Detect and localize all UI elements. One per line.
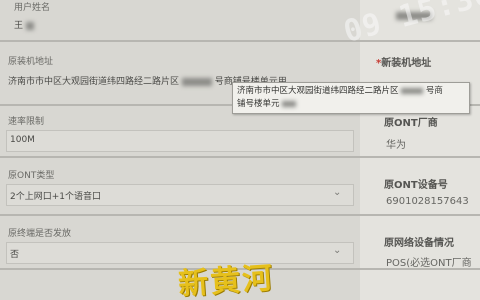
rate-limit-value: 100M <box>10 135 35 145</box>
ont-serial-value: 6901028157643 <box>386 196 469 207</box>
watermark-logo: 新黄河 <box>177 260 276 300</box>
rate-limit-label: 速率限制 <box>8 117 45 127</box>
new-address-label: *新装机地址 <box>376 54 431 69</box>
address-tooltip: 济南市市中区大观园街道纬四路经二路片区 号商 铺号楼单元 <box>232 82 470 114</box>
ont-serial-label: 原ONT设备号 <box>384 180 448 191</box>
network-device-label: 原网络设备情况 <box>384 238 454 249</box>
tooltip-text: 号商 <box>425 86 443 96</box>
row-divider <box>0 40 480 42</box>
row-divider <box>0 156 480 158</box>
network-device-value: POS(必选ONT厂商 <box>386 258 472 269</box>
username-text: 王 <box>14 21 24 31</box>
ont-vendor-value: 华为 <box>386 140 406 151</box>
ont-type-select[interactable]: 2个上网口+1个语音口 ⌄ <box>6 184 354 206</box>
row-divider <box>0 214 480 216</box>
username-value: 王 <box>14 18 34 31</box>
chevron-down-icon: ⌄ <box>333 187 342 198</box>
address-text-start: 济南市市中区大观园街道纬四路经二路片区 <box>8 77 180 87</box>
ont-type-label: 原ONT类型 <box>8 171 55 181</box>
tooltip-text: 铺号楼单元 <box>237 99 280 109</box>
ont-vendor-label: 原ONT厂商 <box>384 118 438 129</box>
tooltip-line-1: 济南市市中区大观园街道纬四路经二路片区 号商 <box>237 85 465 98</box>
redaction-blur <box>401 87 424 94</box>
tooltip-line-2: 铺号楼单元 <box>237 98 465 111</box>
terminal-issued-value: 否 <box>10 250 20 260</box>
username-label: 用户姓名 <box>14 3 51 13</box>
terminal-issued-label: 原终端是否发放 <box>8 229 72 239</box>
tooltip-text: 济南市市中区大观园街道纬四路经二路片区 <box>237 86 399 96</box>
redaction-blur <box>181 77 212 86</box>
ont-type-value: 2个上网口+1个语音口 <box>10 192 101 202</box>
original-address-label: 原装机地址 <box>8 57 54 67</box>
chevron-down-icon: ⌄ <box>333 245 342 256</box>
redaction-blur <box>25 21 34 30</box>
new-address-label-text: 新装机地址 <box>381 58 432 69</box>
screen: 用户姓名 王 原装机地址 济南市市中区大观园街道纬四路经二路片区 号商铺号楼单元… <box>0 0 480 300</box>
redaction-blur <box>282 100 297 107</box>
rate-limit-select[interactable]: 100M <box>6 130 354 152</box>
